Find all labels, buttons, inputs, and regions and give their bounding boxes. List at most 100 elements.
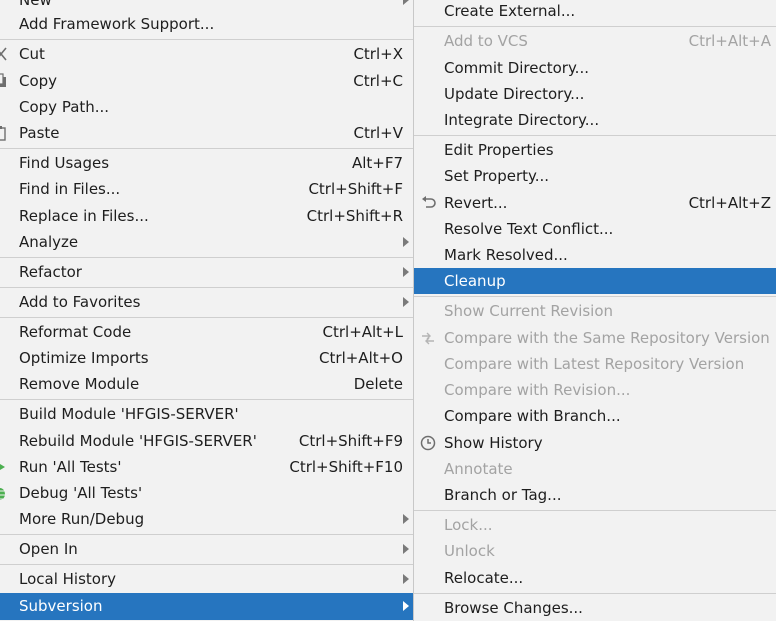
shortcut: Ctrl+V <box>353 124 403 142</box>
menu-item-copy-path[interactable]: Copy Path... <box>0 94 413 120</box>
menu-item-replace-in-files[interactable]: Replace in Files... Ctrl+Shift+R <box>0 203 413 229</box>
menu-item-show-current-revision[interactable]: Show Current Revision <box>414 298 776 324</box>
separator <box>414 510 776 511</box>
revert-icon <box>422 196 436 208</box>
menu-item-local-history[interactable]: Local History <box>0 566 413 592</box>
shortcut: Ctrl+C <box>353 72 403 90</box>
menu-item-paste[interactable]: Paste Ctrl+V <box>0 120 413 146</box>
menu-item-resolve-text-conflict[interactable]: Resolve Text Conflict... <box>414 216 776 242</box>
menu-item-label: Paste <box>19 124 60 142</box>
menu-item-compare-latest-repository-version[interactable]: Compare with Latest Repository Version <box>414 351 776 377</box>
menu-item-label: Compare with the Same Repository Version <box>444 329 770 347</box>
menu-item-label: Add to VCS <box>444 32 528 50</box>
menu-item-label: Reformat Code <box>19 323 132 341</box>
shortcut: Ctrl+X <box>353 45 403 63</box>
separator <box>414 296 776 297</box>
menu-item-mark-resolved[interactable]: Mark Resolved... <box>414 242 776 268</box>
chevron-right-icon <box>403 514 409 524</box>
menu-item-revert[interactable]: Revert... Ctrl+Alt+Z <box>414 190 776 216</box>
menu-item-refactor[interactable]: Refactor <box>0 259 413 285</box>
menu-item-label: Debug 'All Tests' <box>19 484 143 502</box>
separator <box>0 564 413 565</box>
menu-item-label: Copy Path... <box>19 98 110 116</box>
subversion-submenu: Create External... Add to VCS Ctrl+Alt+A… <box>413 0 776 621</box>
chevron-right-icon <box>403 267 409 277</box>
menu-item-update-directory[interactable]: Update Directory... <box>414 81 776 107</box>
menu-item-subversion[interactable]: Subversion <box>0 593 413 620</box>
menu-item-copy[interactable]: Copy Ctrl+C <box>0 68 413 94</box>
menu-item-commit-directory[interactable]: Commit Directory... <box>414 55 776 81</box>
menu-item-remove-module[interactable]: Remove Module Delete <box>0 371 413 397</box>
menu-item-label: Branch or Tag... <box>444 486 562 504</box>
menu-item-annotate[interactable]: Annotate <box>414 456 776 482</box>
menu-item-cleanup[interactable]: Cleanup <box>414 268 776 294</box>
debug-bug-icon <box>0 488 6 500</box>
menu-item-optimize-imports[interactable]: Optimize Imports Ctrl+Alt+O <box>0 345 413 371</box>
scissors-icon <box>0 47 7 61</box>
menu-item-add-to-vcs[interactable]: Add to VCS Ctrl+Alt+A <box>414 28 776 54</box>
chevron-right-icon <box>403 544 409 554</box>
menu-item-add-to-favorites[interactable]: Add to Favorites <box>0 289 413 315</box>
menu-item-label: Add to Favorites <box>19 293 141 311</box>
menu-item-compare-with-branch[interactable]: Compare with Branch... <box>414 403 776 429</box>
chevron-right-icon <box>403 297 409 307</box>
menu-item-label: Update Directory... <box>444 85 585 103</box>
menu-item-label: Lock... <box>444 516 493 534</box>
menu-item-add-framework-support[interactable]: Add Framework Support... <box>0 11 413 37</box>
menu-item-relocate[interactable]: Relocate... <box>414 565 776 591</box>
menu-item-open-in[interactable]: Open In <box>0 536 413 562</box>
menu-item-find-in-files[interactable]: Find in Files... Ctrl+Shift+F <box>0 176 413 202</box>
menu-item-lock[interactable]: Lock... <box>414 512 776 538</box>
menu-item-label: New <box>19 0 52 9</box>
menu-item-label: Annotate <box>444 460 513 478</box>
menu-item-edit-properties[interactable]: Edit Properties <box>414 137 776 163</box>
menu-item-label: Build Module 'HFGIS-SERVER' <box>19 405 239 423</box>
menu-item-label: Edit Properties <box>444 141 554 159</box>
menu-item-cut[interactable]: Cut Ctrl+X <box>0 41 413 67</box>
menu-item-create-external[interactable]: Create External... <box>414 0 776 24</box>
menu-item-label: Mark Resolved... <box>444 246 568 264</box>
menu-item-analyze[interactable]: Analyze <box>0 229 413 255</box>
menu-item-rebuild-module[interactable]: Rebuild Module 'HFGIS-SERVER' Ctrl+Shift… <box>0 428 413 454</box>
menu-item-label: Set Property... <box>444 167 550 185</box>
run-icon <box>0 464 5 470</box>
separator <box>0 39 413 40</box>
menu-item-build-module[interactable]: Build Module 'HFGIS-SERVER' <box>0 401 413 427</box>
menu-item-run-all-tests[interactable]: Run 'All Tests' Ctrl+Shift+F10 <box>0 454 413 480</box>
menu-item-compare-same-repository-version[interactable]: Compare with the Same Repository Version <box>414 325 776 351</box>
menu-item-label: Compare with Latest Repository Version <box>444 355 745 373</box>
shortcut: Delete <box>353 375 403 393</box>
menu-item-label: Revert... <box>444 194 508 212</box>
menu-item-label: Run 'All Tests' <box>19 458 122 476</box>
menu-item-more-run-debug[interactable]: More Run/Debug <box>0 506 413 532</box>
shortcut: Ctrl+Shift+F9 <box>298 432 403 450</box>
menu-item-debug-all-tests[interactable]: Debug 'All Tests' <box>0 480 413 506</box>
menu-item-branch-or-tag[interactable]: Branch or Tag... <box>414 482 776 508</box>
menu-item-unlock[interactable]: Unlock <box>414 538 776 564</box>
menu-item-label: Relocate... <box>444 569 524 587</box>
menu-item-label: Add Framework Support... <box>19 15 215 33</box>
menu-item-label: Optimize Imports <box>19 349 149 367</box>
chevron-right-icon <box>403 0 409 5</box>
shortcut: Ctrl+Alt+O <box>319 349 403 367</box>
menu-item-label: Resolve Text Conflict... <box>444 220 614 238</box>
menu-item-label: Find Usages <box>19 154 110 172</box>
menu-item-label: Replace in Files... <box>19 207 149 225</box>
shortcut: Ctrl+Alt+A <box>688 32 771 50</box>
separator <box>414 593 776 594</box>
menu-item-label: Show History <box>444 434 543 452</box>
menu-item-reformat-code[interactable]: Reformat Code Ctrl+Alt+L <box>0 319 413 345</box>
menu-item-label: Compare with Revision... <box>444 381 631 399</box>
menu-item-browse-changes[interactable]: Browse Changes... <box>414 595 776 621</box>
menu-item-label: Subversion <box>19 597 103 615</box>
copy-icon <box>0 73 6 87</box>
menu-item-label: Rebuild Module 'HFGIS-SERVER' <box>19 432 257 450</box>
menu-item-set-property[interactable]: Set Property... <box>414 163 776 189</box>
menu-item-show-history[interactable]: Show History <box>414 430 776 456</box>
menu-item-integrate-directory[interactable]: Integrate Directory... <box>414 107 776 133</box>
chevron-right-icon <box>403 601 409 611</box>
menu-item-compare-with-revision[interactable]: Compare with Revision... <box>414 377 776 403</box>
separator <box>0 317 413 318</box>
separator <box>0 534 413 535</box>
menu-item-find-usages[interactable]: Find Usages Alt+F7 <box>0 150 413 176</box>
